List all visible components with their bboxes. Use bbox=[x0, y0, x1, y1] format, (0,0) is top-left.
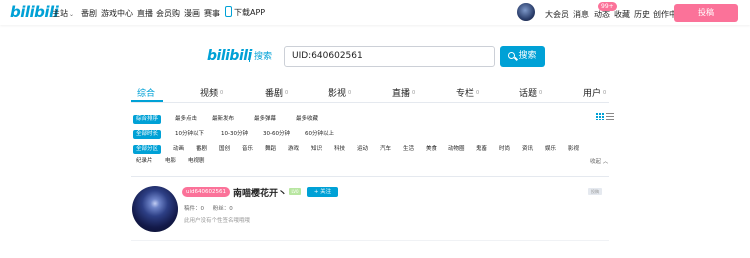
filter-zone[interactable]: 纪录片 bbox=[133, 157, 156, 166]
nav-game-center[interactable]: 游戏中心 bbox=[101, 8, 133, 19]
nav-member-shop[interactable]: 会员购 bbox=[156, 8, 180, 19]
nav-esports[interactable]: 赛事 bbox=[204, 8, 220, 19]
grid-view-icon[interactable] bbox=[596, 113, 604, 120]
search-input[interactable]: UID:640602561 bbox=[284, 46, 495, 67]
user-level-badge: LV0 bbox=[289, 188, 301, 195]
nav-main-site[interactable]: 主站⌄ bbox=[52, 8, 74, 19]
filter-duration[interactable]: 60分钟以上 bbox=[302, 130, 337, 139]
tab-label: 视频 bbox=[200, 89, 219, 99]
tab-video[interactable]: 视频 0 bbox=[200, 86, 223, 99]
tab-user[interactable]: 用户 0 bbox=[583, 86, 606, 99]
nav-download-app-label: 下载APP bbox=[234, 8, 266, 17]
filter-zone[interactable]: 科技 bbox=[331, 145, 348, 154]
user-avatar[interactable] bbox=[517, 3, 535, 21]
filter-zone[interactable]: 音乐 bbox=[239, 145, 256, 154]
filter-zone[interactable]: 全部分区 bbox=[133, 145, 162, 154]
tab-count: 0 bbox=[539, 90, 543, 96]
search-logo-subtitle: 搜索 bbox=[249, 52, 272, 62]
tab-bangumi[interactable]: 番剧 0 bbox=[265, 86, 288, 99]
filter-zone[interactable]: 美食 bbox=[423, 145, 440, 154]
nav-history[interactable]: 历史 bbox=[634, 9, 650, 20]
filter-zone[interactable]: 番剧 bbox=[193, 145, 210, 154]
filter-zone[interactable]: 电视剧 bbox=[185, 157, 208, 166]
tab-topic[interactable]: 话题 0 bbox=[519, 86, 542, 99]
filter-zone[interactable]: 舞蹈 bbox=[262, 145, 279, 154]
nav-anime[interactable]: 番剧 bbox=[81, 8, 97, 19]
tab-count: 0 bbox=[285, 90, 289, 96]
tab-label: 番剧 bbox=[265, 89, 284, 99]
nav-favorites[interactable]: 收藏 bbox=[614, 9, 630, 20]
tab-count: 0 bbox=[348, 90, 352, 96]
filter-order[interactable]: 最多弹幕 bbox=[251, 115, 279, 124]
filter-order[interactable]: 最新发布 bbox=[209, 115, 237, 124]
search-button-label: 搜索 bbox=[518, 51, 537, 61]
upload-button[interactable]: 投稿 bbox=[674, 4, 738, 22]
tab-label: 用户 bbox=[583, 89, 602, 99]
filter-zone[interactable]: 影视 bbox=[565, 145, 582, 154]
filter-zone[interactable]: 娱乐 bbox=[542, 145, 559, 154]
follow-button[interactable]: + 关注 bbox=[307, 187, 338, 197]
tab-count: 0 bbox=[476, 90, 480, 96]
result-user-signature: 此用户没有个性签名哦哦哦 bbox=[184, 218, 251, 224]
filter-zone[interactable]: 时尚 bbox=[496, 145, 513, 154]
tab-article[interactable]: 专栏 0 bbox=[456, 86, 479, 99]
filter-zone[interactable]: 电影 bbox=[162, 157, 179, 166]
tab-film[interactable]: 影视 0 bbox=[328, 86, 351, 99]
nav-vip[interactable]: 大会员 bbox=[545, 9, 569, 20]
nav-download-app[interactable]: 下载APP bbox=[225, 6, 265, 18]
tab-label: 综合 bbox=[137, 89, 156, 99]
collapse-label: 收起 bbox=[590, 159, 602, 165]
filter-zone[interactable]: 动画 bbox=[170, 145, 187, 154]
result-corner-tag: 投稿 bbox=[588, 188, 602, 195]
filter-zone[interactable]: 知识 bbox=[308, 145, 325, 154]
bottom-divider bbox=[131, 240, 609, 241]
tab-divider bbox=[131, 102, 609, 103]
filter-zone[interactable]: 汽车 bbox=[377, 145, 394, 154]
filter-order[interactable]: 综合排序 bbox=[133, 115, 162, 124]
collapse-filters-toggle[interactable]: 收起 ︿ bbox=[590, 157, 608, 165]
chevron-down-icon: ⌄ bbox=[69, 11, 75, 18]
uid-tag: uid640602561 bbox=[182, 187, 230, 197]
filter-zone[interactable]: 游戏 bbox=[285, 145, 302, 154]
tab-count: 0 bbox=[603, 90, 607, 96]
filter-duration[interactable]: 全部时长 bbox=[133, 130, 162, 139]
tab-label: 直播 bbox=[392, 89, 411, 99]
filter-duration[interactable]: 10分钟以下 bbox=[172, 130, 207, 139]
result-user-stats: 稿件：0 粉丝：0 bbox=[184, 204, 240, 212]
nav-messages[interactable]: 消息 bbox=[573, 9, 589, 20]
tab-count: 0 bbox=[220, 90, 224, 96]
filter-zone[interactable]: 动物圈 bbox=[445, 145, 468, 154]
nav-manga[interactable]: 漫画 bbox=[184, 8, 200, 19]
search-bilibili-logo: bilibili bbox=[207, 48, 252, 64]
tab-all[interactable]: 综合 bbox=[137, 86, 155, 99]
nav-main-site-label: 主站 bbox=[52, 9, 68, 18]
result-user-name[interactable]: 南喵樱花开丶 bbox=[233, 186, 287, 199]
filter-duration[interactable]: 10-30分钟 bbox=[218, 130, 251, 139]
nav-live[interactable]: 直播 bbox=[137, 8, 153, 19]
filter-order[interactable]: 最多收藏 bbox=[293, 115, 321, 124]
filter-zone[interactable]: 鬼畜 bbox=[473, 145, 490, 154]
filter-duration[interactable]: 30-60分钟 bbox=[260, 130, 293, 139]
search-button[interactable]: 搜索 bbox=[500, 46, 545, 67]
chevron-up-icon: ︿ bbox=[602, 159, 609, 165]
tab-label: 专栏 bbox=[456, 89, 475, 99]
tab-label: 影视 bbox=[328, 89, 347, 99]
tab-count: 0 bbox=[412, 90, 416, 96]
search-icon bbox=[508, 52, 516, 59]
filter-zone[interactable]: 资讯 bbox=[519, 145, 536, 154]
filter-order[interactable]: 最多点击 bbox=[172, 115, 200, 124]
tab-label: 话题 bbox=[519, 89, 538, 99]
filter-zone[interactable]: 运动 bbox=[354, 145, 371, 154]
result-fans-count: 粉丝：0 bbox=[212, 206, 233, 212]
result-video-count: 稿件：0 bbox=[184, 206, 204, 212]
result-user-avatar[interactable] bbox=[132, 186, 178, 232]
result-divider bbox=[131, 176, 609, 177]
tab-live[interactable]: 直播 0 bbox=[392, 86, 415, 99]
filter-zone[interactable]: 国创 bbox=[216, 145, 233, 154]
list-view-icon[interactable] bbox=[606, 113, 614, 120]
filter-zone[interactable]: 生活 bbox=[400, 145, 417, 154]
phone-icon bbox=[225, 6, 232, 17]
top-nav-bar: bilibili 主站⌄ 番剧 游戏中心 直播 会员购 漫画 赛事 下载APP … bbox=[0, 0, 750, 25]
